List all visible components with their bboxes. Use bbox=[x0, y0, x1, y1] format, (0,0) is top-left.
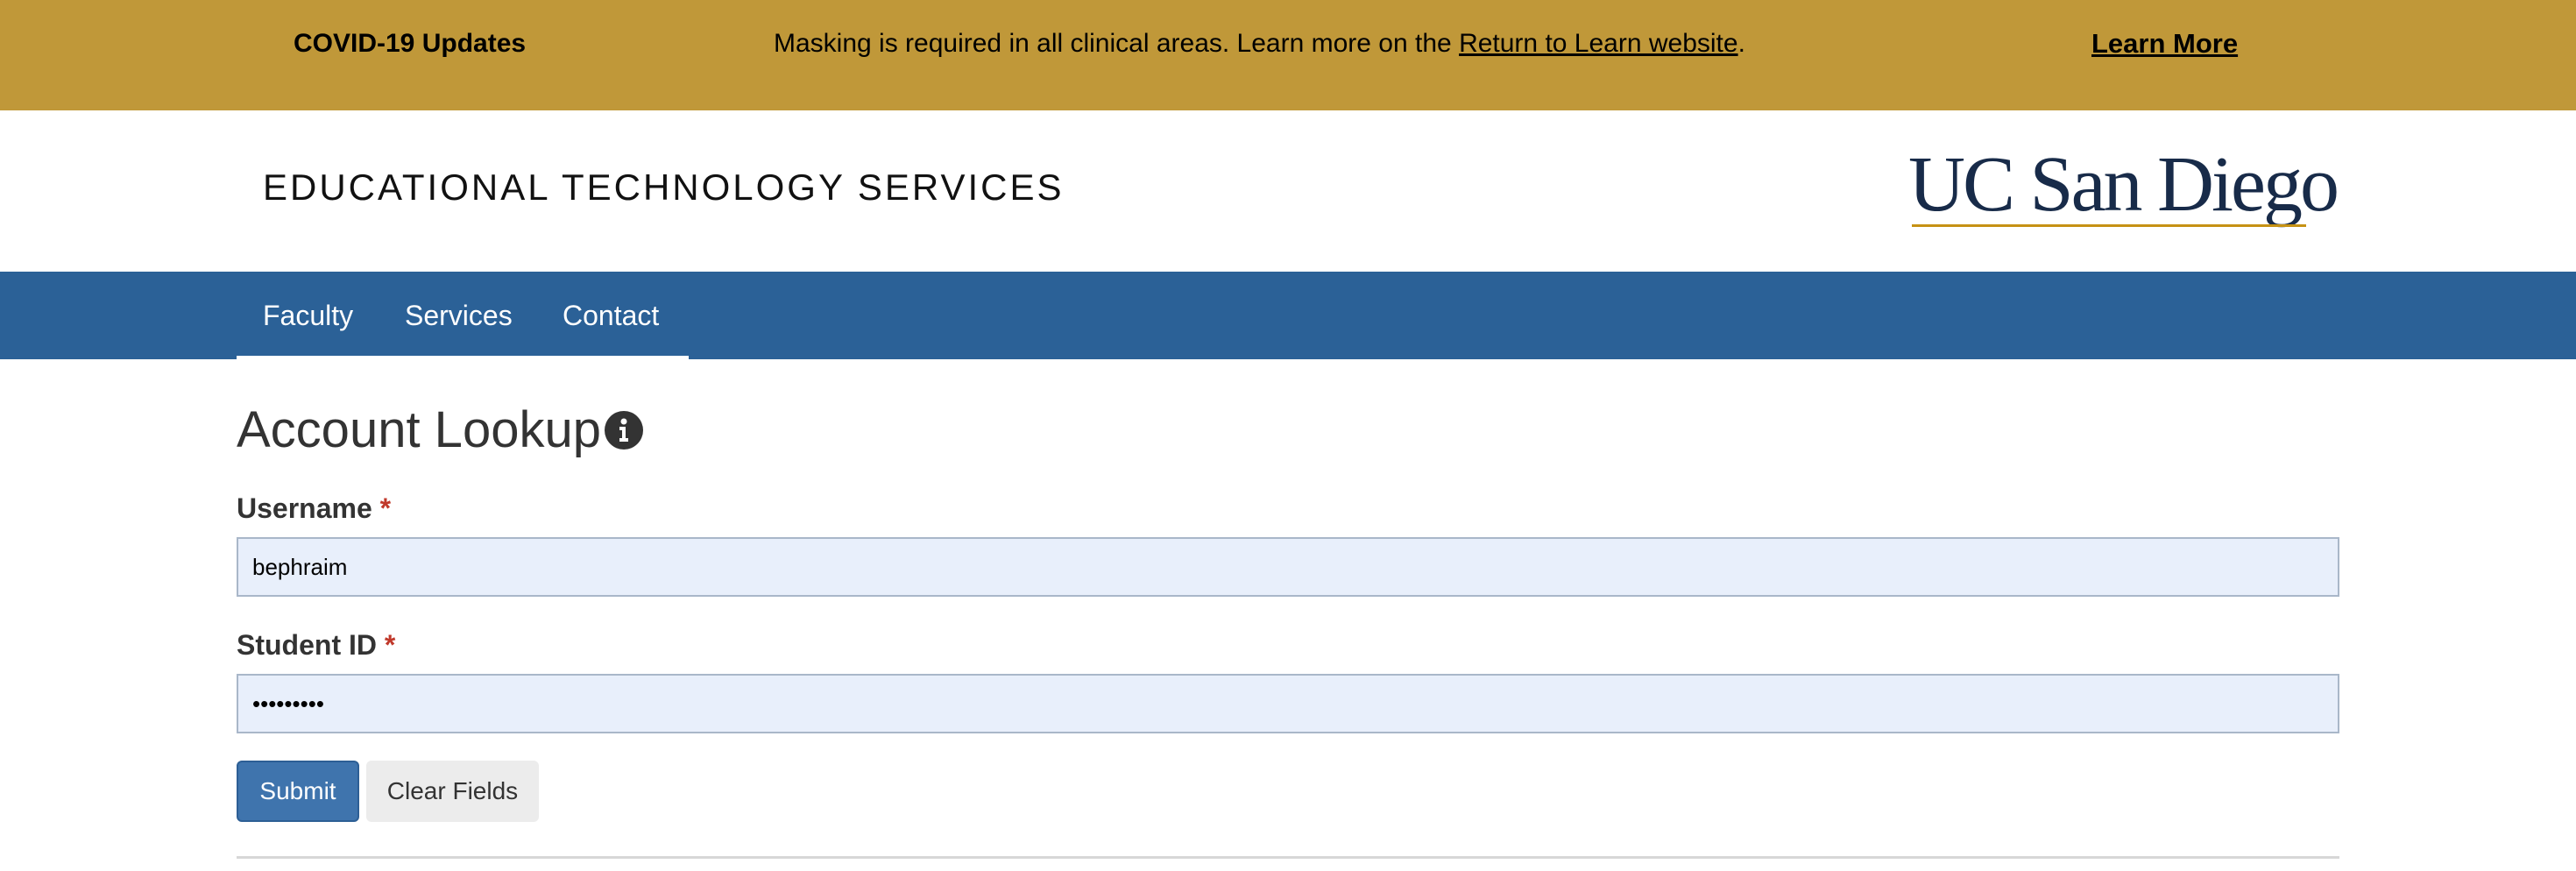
page-title: Account Lookup bbox=[237, 401, 601, 458]
nav-item-faculty[interactable]: Faculty bbox=[263, 272, 353, 359]
logo-underline bbox=[1912, 224, 2306, 227]
info-circle-icon[interactable] bbox=[605, 411, 643, 450]
banner-title: COVID-19 Updates bbox=[294, 29, 527, 58]
site-title[interactable]: EDUCATIONAL TECHNOLOGY SERVICES bbox=[263, 110, 1065, 265]
logo-wordmark: UC San Diego bbox=[1908, 141, 2339, 228]
submit-button[interactable]: Submit bbox=[237, 761, 359, 822]
required-asterisk: * bbox=[384, 629, 396, 661]
banner-message-suffix: . bbox=[1737, 29, 1745, 58]
required-asterisk: * bbox=[379, 492, 392, 524]
student-id-label-text: Student ID bbox=[237, 629, 377, 661]
username-input[interactable] bbox=[237, 537, 2339, 597]
nav-item-services[interactable]: Services bbox=[405, 272, 513, 359]
return-to-learn-link[interactable]: Return to Learn website bbox=[1459, 29, 1738, 58]
nav-item-contact[interactable]: Contact bbox=[563, 272, 659, 359]
learn-more-link[interactable]: Learn More bbox=[2091, 0, 2238, 88]
banner-message-text: Masking is required in all clinical area… bbox=[774, 29, 1460, 58]
username-label: Username * bbox=[237, 492, 391, 525]
clear-fields-button[interactable]: Clear Fields bbox=[366, 761, 539, 822]
covid-banner: COVID-19 Updates Masking is required in … bbox=[0, 0, 2576, 110]
student-id-input[interactable] bbox=[237, 674, 2339, 733]
username-label-text: Username bbox=[237, 492, 372, 524]
banner-message: Masking is required in all clinical area… bbox=[774, 0, 1745, 88]
main-navigation: Faculty Services Contact bbox=[0, 272, 2576, 359]
uc-san-diego-logo[interactable]: UC San Diego bbox=[1908, 141, 2339, 233]
content-divider bbox=[237, 856, 2339, 859]
nav-underline bbox=[237, 356, 689, 359]
student-id-label: Student ID * bbox=[237, 629, 395, 662]
site-header: EDUCATIONAL TECHNOLOGY SERVICES UC San D… bbox=[0, 110, 2576, 272]
